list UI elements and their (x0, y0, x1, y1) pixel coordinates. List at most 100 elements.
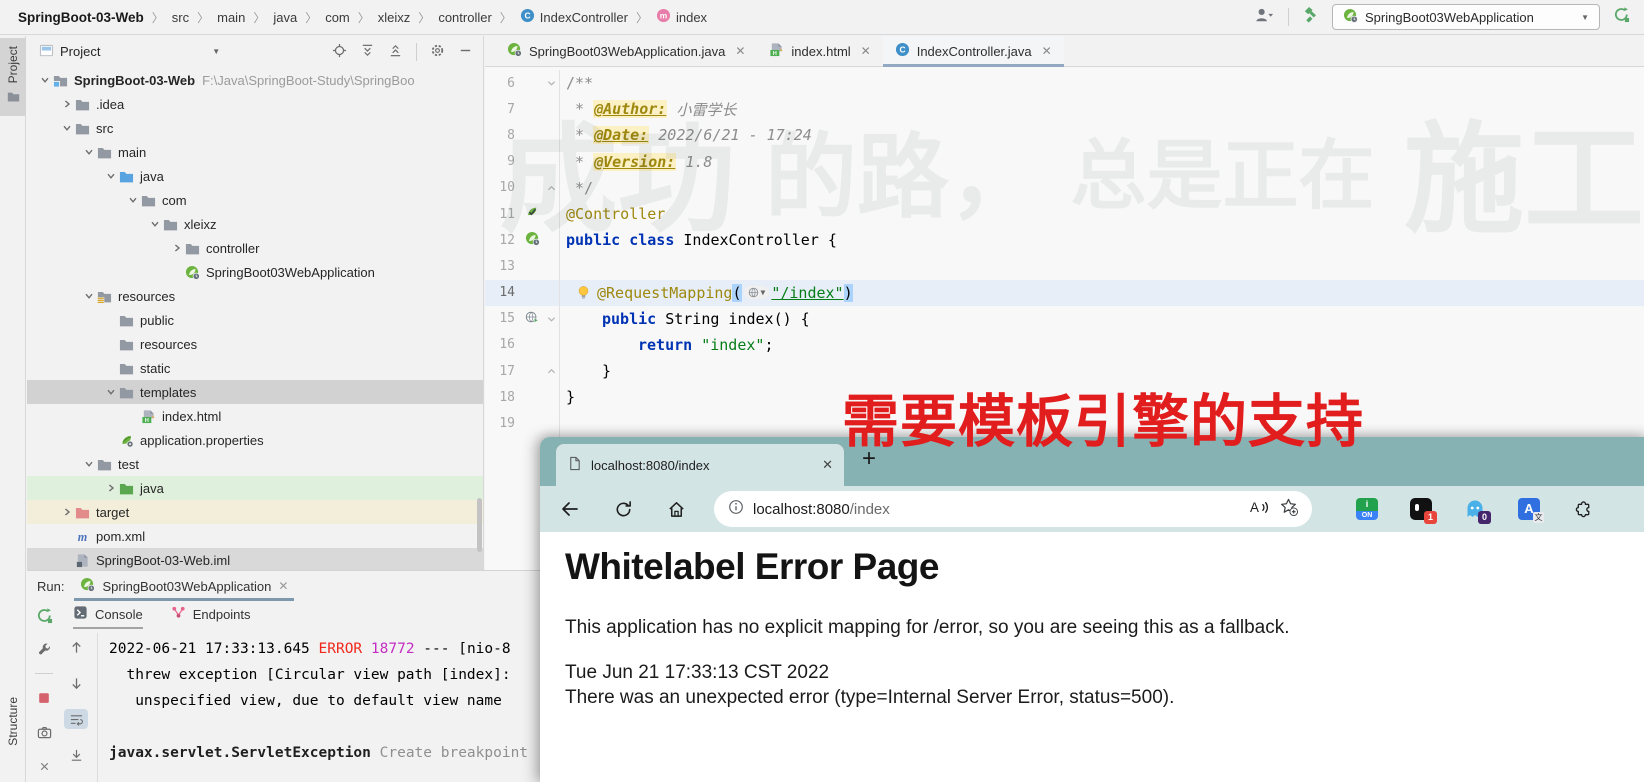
inline-mapping-widget[interactable]: ▼ (743, 286, 770, 300)
breadcrumb-item-xleixz[interactable]: xleixz (378, 10, 411, 25)
tool-window-structure[interactable]: Structure (0, 689, 26, 754)
tree-item-java[interactable]: java (27, 476, 483, 500)
chevron-down-icon[interactable] (62, 121, 72, 136)
scroll-to-end-button[interactable] (64, 745, 88, 765)
chevron-down-icon[interactable] (106, 169, 116, 184)
add-favorite-icon[interactable] (1279, 497, 1298, 521)
tree-item-test[interactable]: test (27, 452, 483, 476)
thread-dump-button[interactable] (32, 722, 56, 742)
create-breakpoint-link[interactable]: Create breakpoint (371, 745, 537, 761)
breadcrumb-item-src[interactable]: src (172, 10, 189, 25)
breadcrumb-item-springboot-03-web[interactable]: SpringBoot-03-Web (18, 10, 144, 25)
rerun-button[interactable] (32, 605, 56, 625)
tree-item-xleixz[interactable]: xleixz (27, 212, 483, 236)
chevron-right-icon[interactable] (62, 97, 72, 112)
chevron-down-icon[interactable]: ▼ (212, 47, 220, 56)
project-panel-title[interactable]: Project (60, 44, 100, 59)
on-extension-icon[interactable]: i ON (1356, 498, 1378, 520)
tree-item-springboot-03-web[interactable]: SpringBoot-03-Web F:\Java\SpringBoot-Stud… (27, 68, 483, 92)
tree-item-target[interactable]: target (27, 500, 483, 524)
home-button[interactable] (667, 500, 686, 519)
expand-all-button[interactable] (360, 43, 375, 61)
back-button[interactable] (560, 499, 580, 519)
browser-tab[interactable]: localhost:8080/index ✕ (556, 444, 844, 486)
close-icon[interactable]: ✕ (1042, 44, 1052, 58)
read-aloud-icon[interactable]: A (1249, 499, 1270, 520)
run-configuration-select[interactable]: SpringBoot03WebApplication ▼ (1332, 4, 1600, 30)
chevron-right-icon[interactable] (62, 505, 72, 520)
tree-item-springboot03webapplication[interactable]: SpringBoot03WebApplication (27, 260, 483, 284)
breadcrumb-item-java[interactable]: java (273, 10, 297, 25)
site-info-icon[interactable] (728, 499, 744, 520)
breadcrumb-item-index[interactable]: m index (656, 8, 707, 26)
tree-item-resources[interactable]: resources (27, 284, 483, 308)
stop-button[interactable] (32, 688, 56, 708)
down-stack-trace-button[interactable] (64, 673, 88, 693)
up-stack-trace-button[interactable] (64, 637, 88, 657)
tree-item-application-properties[interactable]: application.properties (27, 428, 483, 452)
tree-item-main[interactable]: main (27, 140, 483, 164)
collapse-all-button[interactable] (388, 43, 403, 61)
chevron-right-icon[interactable] (106, 481, 116, 496)
console-tab-endpoints[interactable]: Endpoints (171, 605, 251, 627)
springboot-gutter-icon[interactable] (525, 231, 540, 250)
translate-extension-icon[interactable]: A文 (1518, 498, 1544, 523)
tool-window-project[interactable]: Project (0, 38, 26, 117)
chevron-down-icon[interactable] (150, 217, 160, 232)
chevron-down-icon[interactable] (40, 73, 50, 88)
breadcrumb-item-indexcontroller[interactable]: C IndexController (520, 8, 628, 26)
close-icon[interactable]: ✕ (861, 44, 871, 58)
tree-item-index-html[interactable]: H index.html (27, 404, 483, 428)
tree-item-idea[interactable]: .idea (27, 92, 483, 116)
editor-tab-springboot03webapplication-java[interactable]: SpringBoot03WebApplication.java ✕ (495, 36, 757, 66)
breadcrumb-item-main[interactable]: main (217, 10, 245, 25)
ghost-extension-icon[interactable]: 0 (1464, 498, 1491, 524)
breadcrumb-item-controller[interactable]: controller (438, 10, 491, 25)
fold-marker-icon[interactable] (547, 179, 556, 197)
close-icon[interactable] (32, 756, 56, 776)
tree-item-resources[interactable]: resources (27, 332, 483, 356)
build-hammer-icon[interactable] (1302, 6, 1319, 28)
refresh-button[interactable] (614, 500, 633, 519)
mapping-gutter-icon[interactable] (525, 310, 539, 328)
dark-extension-icon[interactable]: 1 (1410, 498, 1437, 524)
tree-item-templates[interactable]: templates (27, 380, 483, 404)
close-icon[interactable]: ✕ (278, 579, 288, 593)
close-tab-icon[interactable]: ✕ (822, 457, 833, 473)
tree-item-src[interactable]: src (27, 116, 483, 140)
chevron-down-icon[interactable] (84, 289, 94, 304)
close-icon[interactable]: ✕ (735, 44, 745, 58)
extensions-puzzle-icon[interactable] (1572, 498, 1594, 520)
console-tab-console[interactable]: Console (73, 605, 143, 629)
hide-panel-button[interactable] (458, 43, 473, 61)
tree-item-springboot-03-web-iml[interactable]: SpringBoot-03-Web.iml (27, 548, 483, 570)
fold-marker-icon[interactable] (547, 362, 556, 380)
intention-bulb-icon[interactable] (575, 285, 592, 300)
tree-item-controller[interactable]: controller (27, 236, 483, 260)
bean-gutter-icon[interactable] (525, 205, 539, 223)
editor-tab-index-html[interactable]: H index.html ✕ (757, 36, 882, 66)
gear-icon[interactable] (430, 43, 445, 61)
tree-item-pom-xml[interactable]: m pom.xml (27, 524, 483, 548)
tree-item-com[interactable]: com (27, 188, 483, 212)
chevron-down-icon[interactable] (106, 385, 116, 400)
chevron-down-icon[interactable] (84, 145, 94, 160)
address-bar[interactable]: localhost:8080/index A (714, 491, 1312, 527)
breadcrumb-item-com[interactable]: com (325, 10, 350, 25)
select-opened-file-button[interactable] (332, 43, 347, 61)
fold-marker-icon[interactable] (547, 74, 556, 92)
tree-item-static[interactable]: static (27, 356, 483, 380)
soft-wrap-button[interactable] (64, 709, 88, 729)
user-icon[interactable] (1254, 7, 1275, 28)
wrench-icon[interactable] (32, 639, 56, 659)
chevron-down-icon[interactable] (128, 193, 138, 208)
tree-scrollbar[interactable] (477, 498, 482, 552)
rerun-application-button[interactable] (1613, 6, 1630, 28)
tree-item-public[interactable]: public (27, 308, 483, 332)
chevron-down-icon[interactable] (84, 457, 94, 472)
run-tab[interactable]: SpringBoot03WebApplication ✕ (74, 571, 295, 601)
tree-item-java[interactable]: java (27, 164, 483, 188)
editor-tab-indexcontroller-java[interactable]: C IndexController.java ✕ (882, 36, 1064, 67)
chevron-right-icon[interactable] (172, 241, 182, 256)
fold-marker-icon[interactable] (547, 310, 556, 328)
